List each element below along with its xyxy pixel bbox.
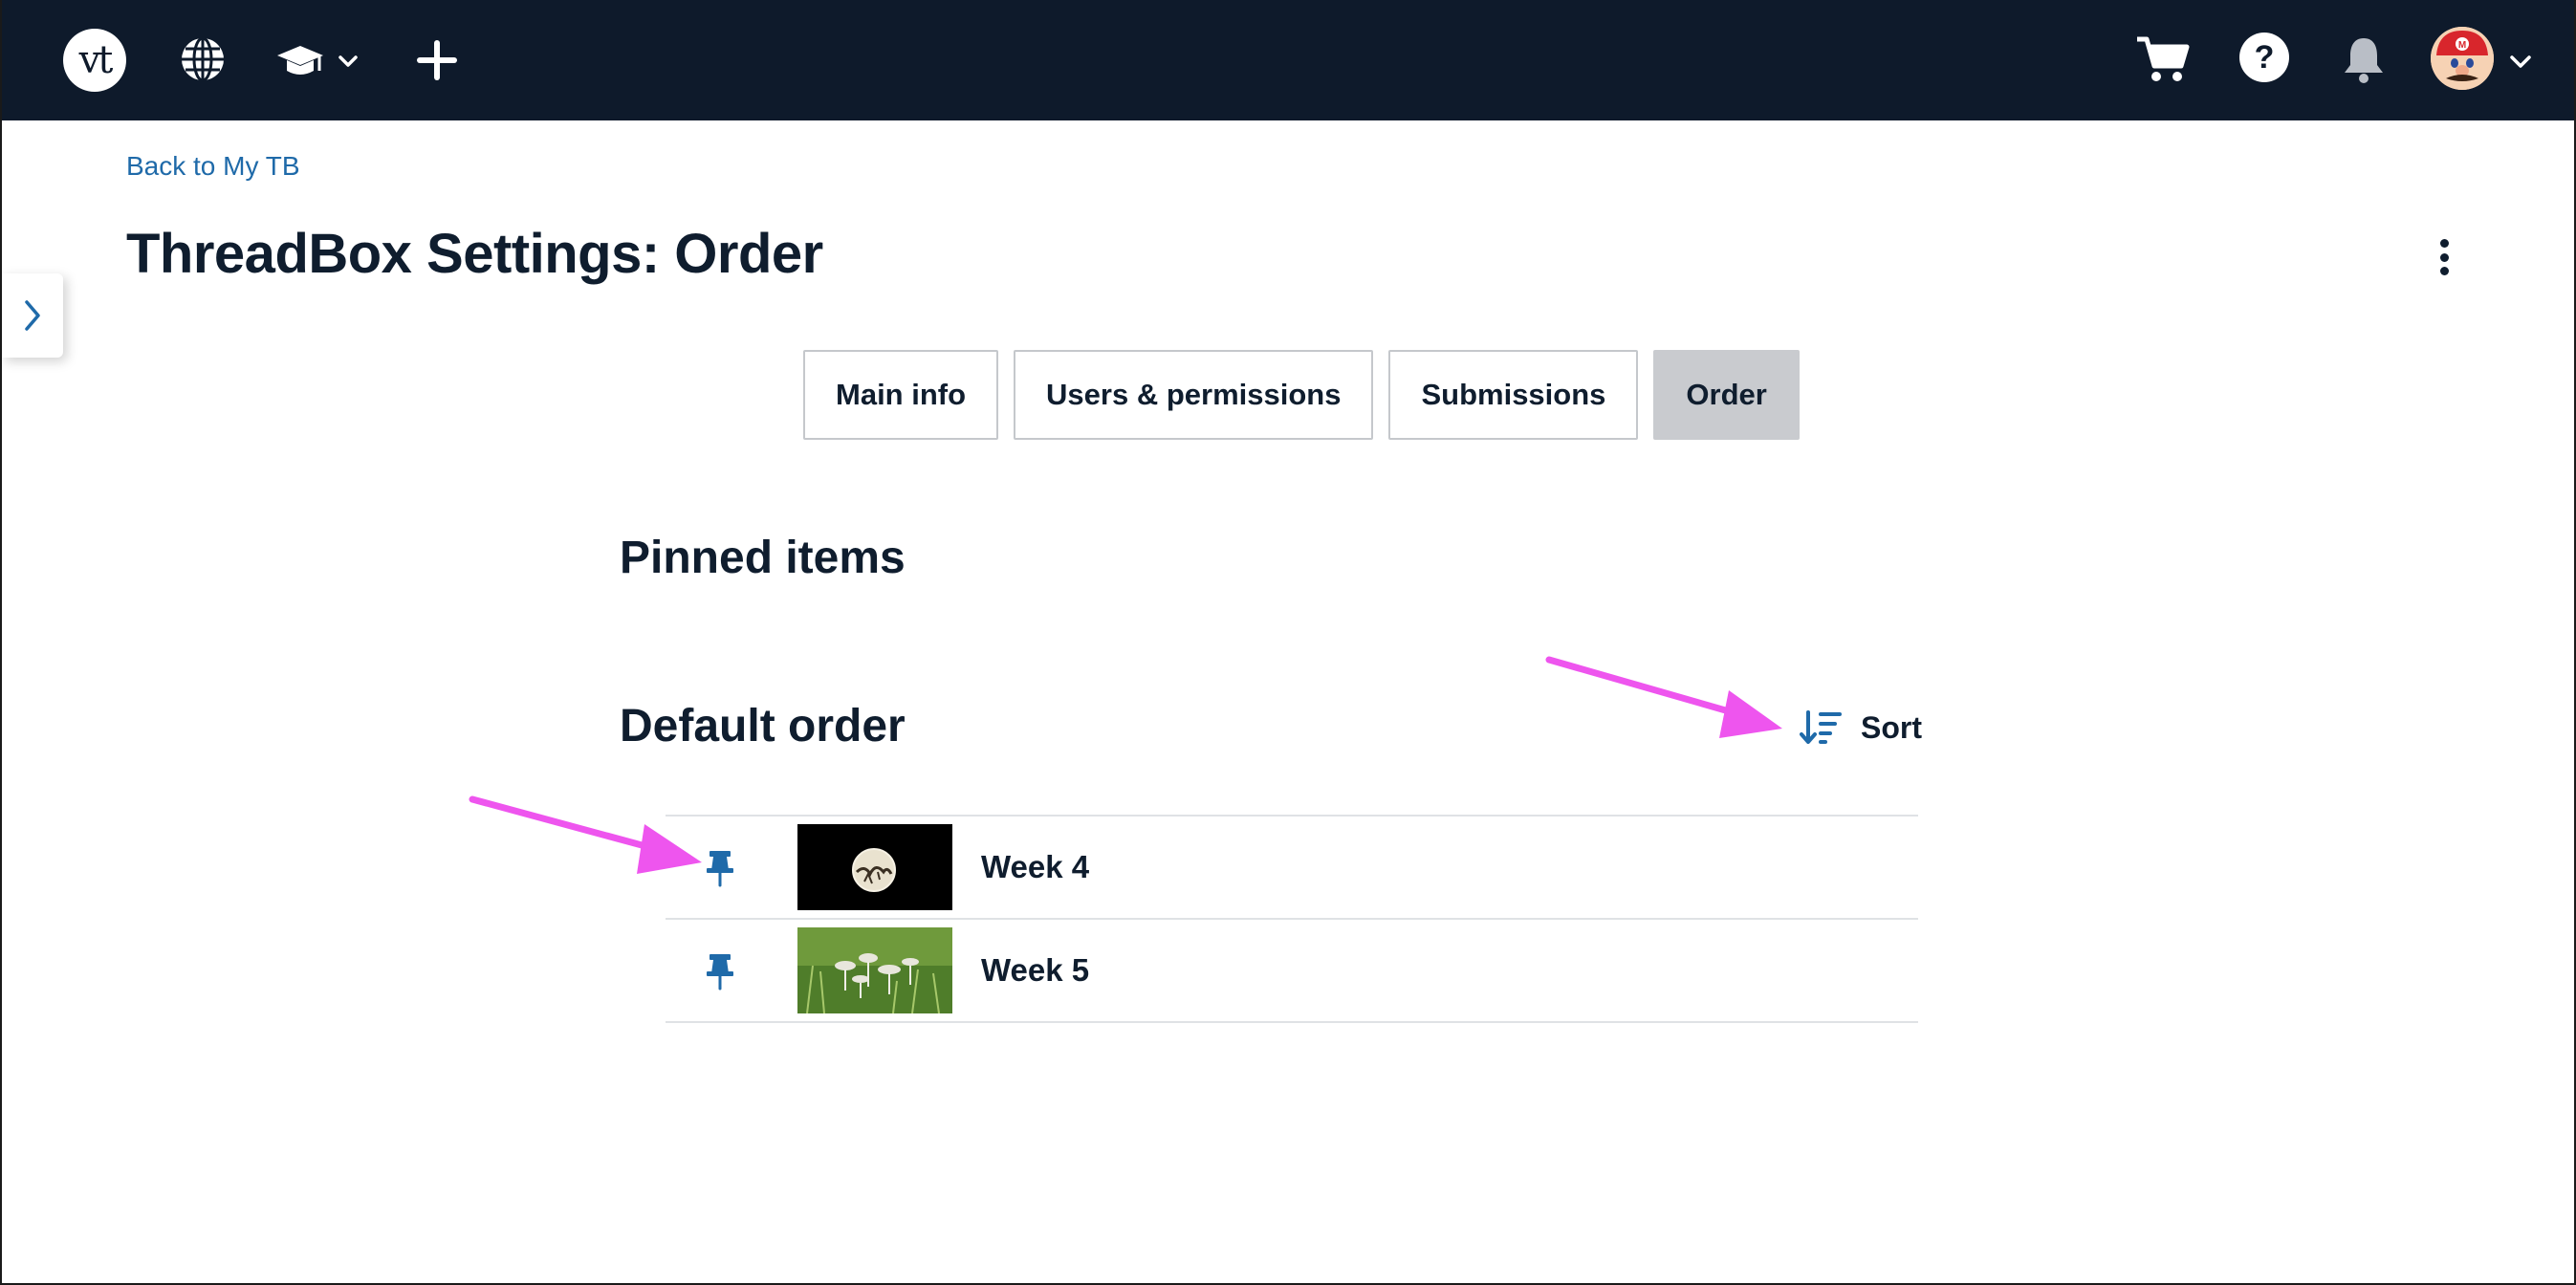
bell-icon[interactable] xyxy=(2339,31,2389,88)
back-link[interactable]: Back to My TB xyxy=(126,151,300,182)
avatar[interactable]: M xyxy=(2431,27,2494,90)
annotation-arrow-sort xyxy=(1545,656,1782,738)
globe-icon[interactable] xyxy=(176,33,229,86)
page: vt ? M Back to My TB ThreadBox Settings:… xyxy=(0,0,2576,1285)
sort-button[interactable]: Sort xyxy=(1800,704,1922,751)
pin-icon[interactable] xyxy=(704,952,736,991)
page-title: ThreadBox Settings: Order xyxy=(126,223,823,285)
cart-icon[interactable] xyxy=(2134,31,2192,88)
more-options-icon[interactable] xyxy=(2427,233,2461,281)
courses-menu[interactable] xyxy=(275,34,361,86)
list-item[interactable]: Week 5 xyxy=(666,920,1918,1023)
sort-icon xyxy=(1800,710,1842,744)
tab-submissions[interactable]: Submissions xyxy=(1388,350,1639,440)
item-title[interactable]: Week 5 xyxy=(981,952,1089,989)
item-thumbnail xyxy=(797,824,952,910)
tab-main-info[interactable]: Main info xyxy=(803,350,999,440)
item-title[interactable]: Week 4 xyxy=(981,849,1089,885)
sort-label: Sort xyxy=(1861,709,1922,745)
plus-icon[interactable] xyxy=(413,34,461,86)
tab-order[interactable]: Order xyxy=(1653,350,1800,440)
top-navbar: vt ? M xyxy=(2,0,2574,120)
default-order-list: Week 4 Week 5 xyxy=(666,815,1918,1023)
default-order-heading: Default order xyxy=(620,701,906,751)
annotation-arrow-pin xyxy=(469,795,702,874)
site-logo[interactable]: vt xyxy=(63,29,126,92)
chevron-down-icon[interactable] xyxy=(2501,42,2540,80)
item-thumbnail xyxy=(797,927,952,1013)
graduation-cap-icon xyxy=(277,46,323,75)
chevron-down-icon xyxy=(338,55,358,67)
tab-users-permissions[interactable]: Users & permissions xyxy=(1014,350,1374,440)
svg-text:M: M xyxy=(2458,40,2466,51)
help-icon[interactable]: ? xyxy=(2239,33,2289,82)
drawer-toggle-button[interactable] xyxy=(2,273,63,358)
list-item[interactable]: Week 4 xyxy=(666,817,1918,920)
pinned-items-heading: Pinned items xyxy=(620,533,906,583)
chevron-right-icon xyxy=(25,300,40,331)
settings-tabs: Main info Users & permissions Submission… xyxy=(803,350,1800,440)
